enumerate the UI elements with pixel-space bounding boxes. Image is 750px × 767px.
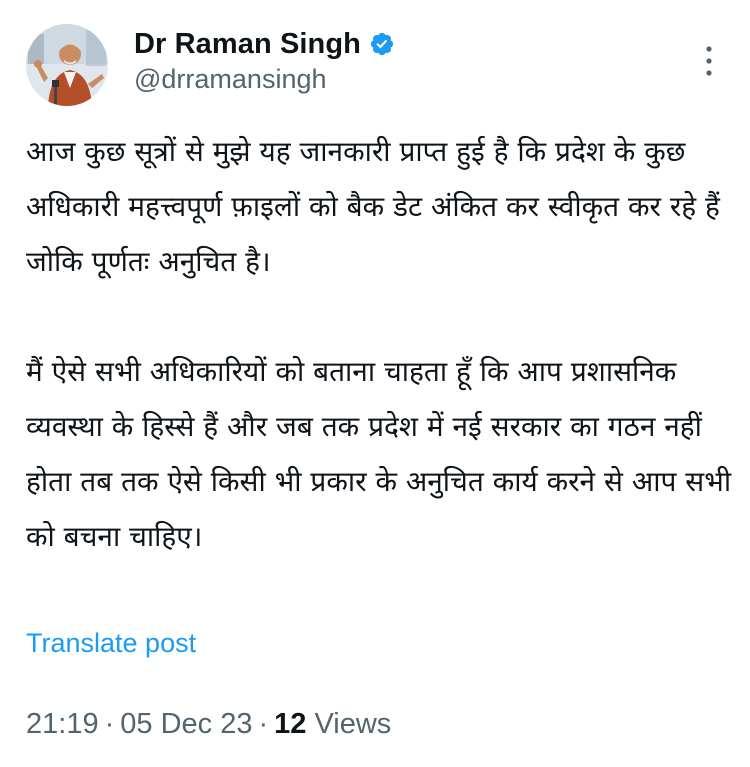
avatar[interactable] <box>26 24 108 106</box>
tweet-card: Dr Raman Singh @drramansingh आज कुछ सूत्… <box>0 0 750 767</box>
more-vertical-icon[interactable] <box>702 44 716 78</box>
author-name-row: Dr Raman Singh <box>134 26 395 62</box>
author-block: Dr Raman Singh @drramansingh <box>134 26 395 95</box>
author-display-name[interactable]: Dr Raman Singh <box>134 28 361 61</box>
translate-post-link[interactable]: Translate post <box>26 628 196 659</box>
tweet-meta: 21:19 · 05 Dec 23 · 12 Views <box>26 708 391 741</box>
views-label[interactable]: Views <box>314 708 391 740</box>
tweet-date[interactable]: 05 Dec 23 <box>120 708 252 740</box>
meta-separator: · <box>258 708 269 740</box>
tweet-header: Dr Raman Singh @drramansingh <box>26 22 726 106</box>
author-handle[interactable]: @drramansingh <box>134 64 395 95</box>
tweet-paragraph-1: आज कुछ सूत्रों से मुझे यह जानकारी प्राप्… <box>26 135 720 278</box>
views-count[interactable]: 12 <box>274 708 306 740</box>
meta-separator: · <box>104 708 115 740</box>
tweet-time[interactable]: 21:19 <box>26 708 99 740</box>
tweet-text: आज कुछ सूत्रों से मुझे यह जानकारी प्राप्… <box>26 124 736 564</box>
avatar-photo <box>26 24 108 106</box>
verified-badge-icon[interactable] <box>369 31 395 57</box>
tweet-paragraph-2: मैं ऐसे सभी अधिकारियों को बताना चाहता हू… <box>26 355 732 553</box>
